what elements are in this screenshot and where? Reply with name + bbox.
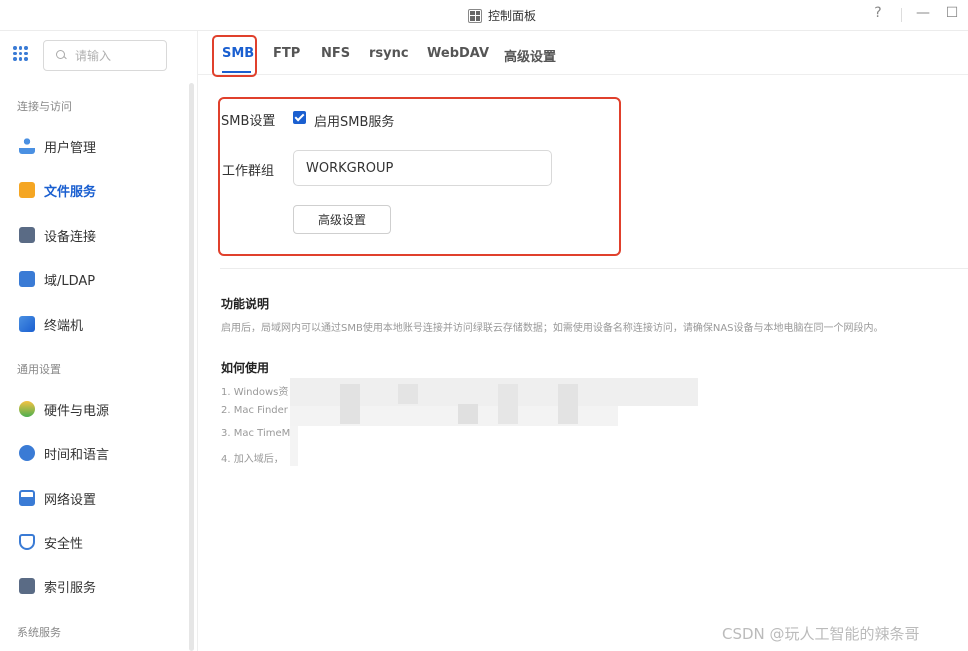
sidebar: 连接与访问 用户管理 文件服务 设备连接 域/LDAP 终端机 通用设置 硬件与… bbox=[0, 31, 198, 651]
minimize-button[interactable]: — bbox=[913, 5, 933, 21]
control-panel-icon bbox=[468, 8, 482, 23]
workgroup-input[interactable] bbox=[293, 150, 552, 186]
sidebar-item-label: 时间和语言 bbox=[44, 447, 110, 463]
howto-item: 4. 加入域后， bbox=[221, 454, 284, 465]
sidebar-item-index[interactable]: 索引服务 bbox=[19, 574, 96, 598]
workgroup-label: 工作群组 bbox=[222, 164, 275, 179]
howto-item: 2. Mac Finder bbox=[221, 405, 288, 416]
blur-region bbox=[458, 404, 478, 424]
smb-settings-label: SMB设置 bbox=[221, 114, 276, 129]
blur-region bbox=[558, 384, 578, 424]
sidebar-item-label: 安全性 bbox=[44, 536, 84, 552]
howto-item: 3. Mac TimeM bbox=[221, 428, 291, 439]
watermark: CSDN @玩人工智能的辣条哥 bbox=[722, 625, 920, 643]
sidebar-item-label: 终端机 bbox=[44, 318, 84, 334]
sidebar-item-device[interactable]: 设备连接 bbox=[19, 223, 96, 247]
clock-icon bbox=[19, 445, 35, 461]
howto-item: 1. Windows资 bbox=[221, 387, 289, 398]
sidebar-item-power[interactable]: 硬件与电源 bbox=[19, 397, 109, 421]
search-input[interactable] bbox=[75, 48, 155, 63]
apps-grid-icon[interactable] bbox=[13, 46, 28, 61]
blur-region bbox=[290, 426, 298, 466]
sidebar-item-network[interactable]: 网络设置 bbox=[19, 486, 96, 510]
sidebar-scrollbar[interactable] bbox=[189, 83, 194, 651]
sidebar-item-ldap[interactable]: 域/LDAP bbox=[19, 267, 95, 291]
tab-webdav[interactable]: WebDAV bbox=[427, 46, 489, 61]
tab-nfs[interactable]: NFS bbox=[321, 46, 350, 61]
sidebar-item-label: 设备连接 bbox=[44, 229, 97, 245]
shield-icon bbox=[19, 534, 35, 550]
sidebar-item-label: 网络设置 bbox=[44, 492, 97, 508]
enable-smb-checkbox[interactable] bbox=[293, 111, 306, 124]
section-divider bbox=[220, 268, 968, 269]
sidebar-item-label: 域/LDAP bbox=[44, 273, 96, 289]
help-button[interactable]: ? bbox=[868, 5, 888, 21]
enable-smb-label[interactable]: 启用SMB服务 bbox=[314, 111, 394, 130]
sidebar-item-security[interactable]: 安全性 bbox=[19, 530, 83, 554]
window-title-text: 控制面板 bbox=[488, 9, 537, 23]
blur-region bbox=[398, 384, 418, 404]
tab-rsync[interactable]: rsync bbox=[369, 46, 409, 61]
function-title: 功能说明 bbox=[221, 297, 270, 311]
sidebar-item-label: 索引服务 bbox=[44, 580, 97, 596]
users-icon bbox=[19, 138, 35, 154]
howto-title: 如何使用 bbox=[221, 361, 270, 375]
tab-bar: SMB FTP NFS rsync WebDAV 高级设置 bbox=[198, 31, 968, 75]
sidebar-item-label: 用户管理 bbox=[44, 140, 97, 156]
advanced-settings-button[interactable]: 高级设置 bbox=[293, 205, 391, 234]
tab-ftp[interactable]: FTP bbox=[273, 46, 300, 61]
network-icon bbox=[19, 490, 35, 506]
tab-highlight-box bbox=[212, 35, 257, 77]
group-label-general: 通用设置 bbox=[17, 363, 61, 376]
search-box[interactable] bbox=[43, 40, 167, 71]
sidebar-item-file-service[interactable]: 文件服务 bbox=[19, 178, 96, 202]
titlebar-divider bbox=[901, 8, 902, 22]
sidebar-item-users[interactable]: 用户管理 bbox=[19, 134, 96, 158]
domain-icon bbox=[19, 271, 35, 287]
power-icon bbox=[19, 401, 35, 417]
sidebar-item-terminal[interactable]: 终端机 bbox=[19, 312, 83, 336]
device-icon bbox=[19, 227, 35, 243]
sidebar-item-label: 文件服务 bbox=[44, 184, 97, 200]
function-description: 启用后，局域网内可以通过SMB使用本地账号连接并访问绿联云存储数据；如需使用设备… bbox=[221, 323, 884, 334]
group-label-connection: 连接与访问 bbox=[17, 100, 72, 113]
folder-icon bbox=[19, 182, 35, 198]
blur-region bbox=[340, 384, 360, 424]
tab-advanced[interactable]: 高级设置 bbox=[504, 46, 556, 65]
window-title: 控制面板 bbox=[468, 7, 536, 24]
sidebar-item-label: 硬件与电源 bbox=[44, 403, 110, 419]
search-icon bbox=[56, 50, 67, 61]
title-bar: 控制面板 ? — ☐ bbox=[0, 0, 968, 31]
group-label-system: 系统服务 bbox=[17, 626, 61, 639]
terminal-icon bbox=[19, 316, 35, 332]
index-icon bbox=[19, 578, 35, 594]
blur-region bbox=[498, 384, 518, 424]
maximize-button[interactable]: ☐ bbox=[942, 5, 962, 21]
sidebar-item-time-language[interactable]: 时间和语言 bbox=[19, 441, 109, 465]
